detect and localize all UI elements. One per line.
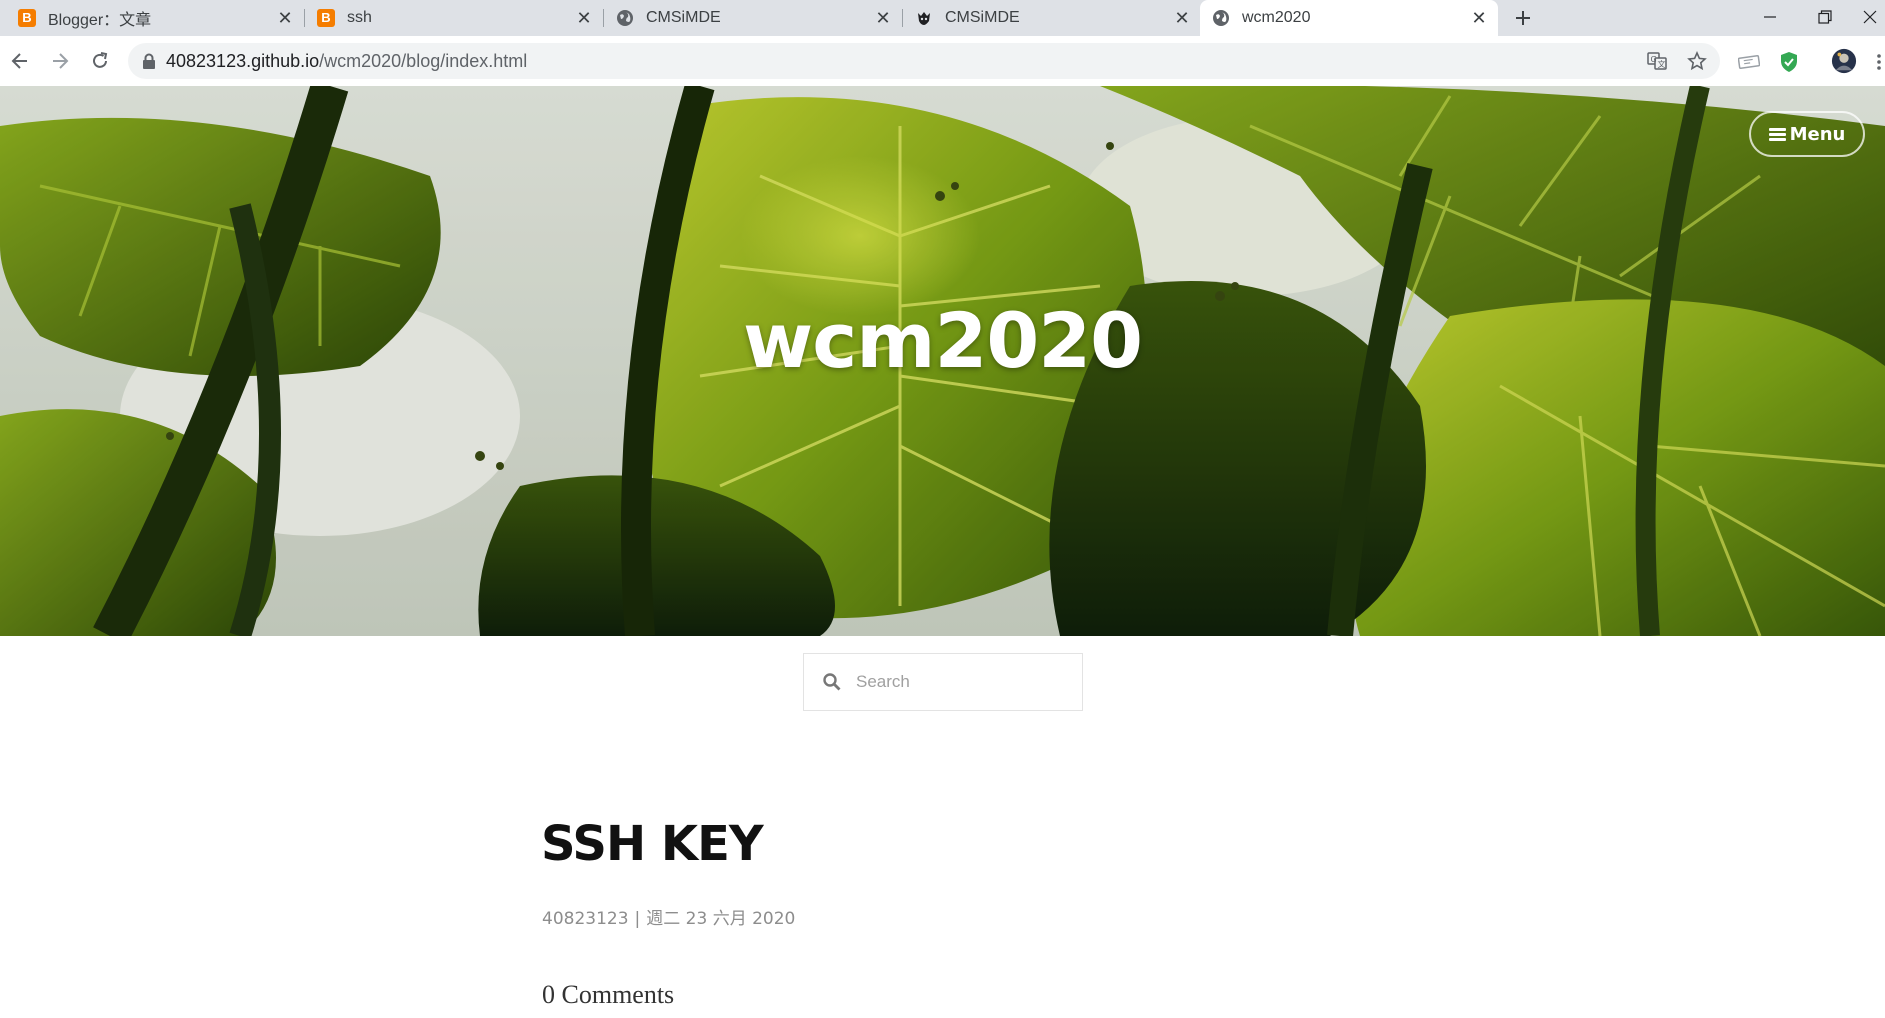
address-bar[interactable]: 40823123.github.io/wcm2020/blog/index.ht…	[128, 43, 1720, 79]
close-icon	[1863, 10, 1877, 24]
shield-icon	[1781, 52, 1797, 72]
browser-toolbar: 40823123.github.io/wcm2020/blog/index.ht…	[0, 36, 1885, 87]
search-box	[803, 653, 1083, 711]
tab-cmsimde-2[interactable]: CMSiMDE ✕	[903, 0, 1201, 36]
close-tab-icon[interactable]: ✕	[870, 5, 896, 31]
menu-button[interactable]: Menu	[1749, 111, 1865, 157]
close-tab-icon[interactable]: ✕	[1169, 5, 1195, 31]
forward-button[interactable]	[44, 45, 76, 77]
search-icon	[823, 673, 841, 691]
menu-label: Menu	[1789, 123, 1846, 145]
post-author-link[interactable]: 40823123	[542, 909, 629, 929]
tab-title: Blogger：文章	[48, 12, 152, 29]
close-tab-icon[interactable]: ✕	[272, 5, 298, 31]
globe-icon	[1212, 9, 1230, 27]
browser-window: B Blogger：文章 ✕ B ssh ✕ CMSiMDE ✕ CMSiMDE…	[0, 0, 1885, 1018]
star-icon	[1687, 51, 1707, 71]
arrow-left-icon	[11, 53, 27, 69]
github-octocat-icon	[915, 9, 933, 27]
search-input[interactable]	[854, 671, 1078, 693]
plus-icon	[1516, 11, 1530, 25]
post-title-link[interactable]: SSH KEY	[541, 816, 764, 872]
translate-icon: G文	[1647, 52, 1667, 70]
web-page: wcm2020 Menu SSH KEY 40823123|週二 23 六月 2…	[0, 86, 1885, 1018]
translate-button[interactable]: G文	[1645, 49, 1669, 73]
restore-icon	[1818, 10, 1832, 24]
lock-icon	[143, 53, 155, 69]
ticket-icon	[1738, 55, 1760, 69]
tab-title: CMSiMDE	[945, 9, 1020, 26]
tab-ssh[interactable]: B ssh ✕	[305, 0, 603, 36]
reload-button[interactable]	[84, 45, 116, 77]
tab-wcm2020[interactable]: wcm2020 ✕	[1200, 0, 1498, 36]
chrome-menu-button[interactable]	[1872, 49, 1885, 75]
url-host: 40823123.github.io	[166, 50, 320, 71]
comments-link[interactable]: 0 Comments	[542, 980, 674, 1010]
restore-button[interactable]	[1800, 0, 1850, 34]
blogger-icon: B	[18, 9, 36, 27]
close-tab-icon[interactable]: ✕	[1466, 5, 1492, 31]
tab-strip: B Blogger：文章 ✕ B ssh ✕ CMSiMDE ✕ CMSiMDE…	[0, 0, 1885, 36]
minimize-icon	[1764, 16, 1776, 18]
tab-cmsimde-1[interactable]: CMSiMDE ✕	[604, 0, 902, 36]
back-button[interactable]	[4, 45, 36, 77]
tab-title: wcm2020	[1242, 9, 1311, 26]
blogger-icon: B	[317, 9, 335, 27]
svg-text:G: G	[1651, 55, 1657, 64]
kebab-menu-icon	[1876, 54, 1881, 70]
reload-icon	[93, 52, 108, 68]
globe-icon	[616, 9, 634, 27]
meta-separator: |	[634, 909, 641, 929]
hero-banner: wcm2020 Menu	[0, 86, 1885, 636]
close-window-button[interactable]	[1855, 0, 1885, 34]
svg-text:文: 文	[1658, 59, 1666, 69]
url-path: /wcm2020/blog/index.html	[319, 50, 528, 71]
tab-title: CMSiMDE	[646, 9, 721, 26]
site-title[interactable]: wcm2020	[0, 296, 1885, 385]
post-meta: 40823123 | 週二 23 六月 2020	[542, 904, 795, 929]
profile-avatar-button[interactable]	[1831, 48, 1857, 74]
arrow-right-icon	[53, 53, 69, 69]
post-date: 週二 23 六月 2020	[646, 909, 796, 929]
hamburger-icon	[1768, 126, 1786, 143]
tab-blogger-articles[interactable]: B Blogger：文章 ✕	[6, 0, 304, 36]
extension-ticket-button[interactable]	[1736, 49, 1762, 75]
avatar	[1831, 48, 1857, 74]
extension-shield-button[interactable]	[1776, 49, 1802, 75]
bookmark-star-button[interactable]	[1685, 49, 1709, 73]
close-tab-icon[interactable]: ✕	[571, 5, 597, 31]
tab-title: ssh	[347, 9, 372, 26]
minimize-button[interactable]	[1745, 0, 1795, 34]
new-tab-button[interactable]	[1508, 3, 1538, 33]
url-text: 40823123.github.io/wcm2020/blog/index.ht…	[166, 51, 527, 72]
